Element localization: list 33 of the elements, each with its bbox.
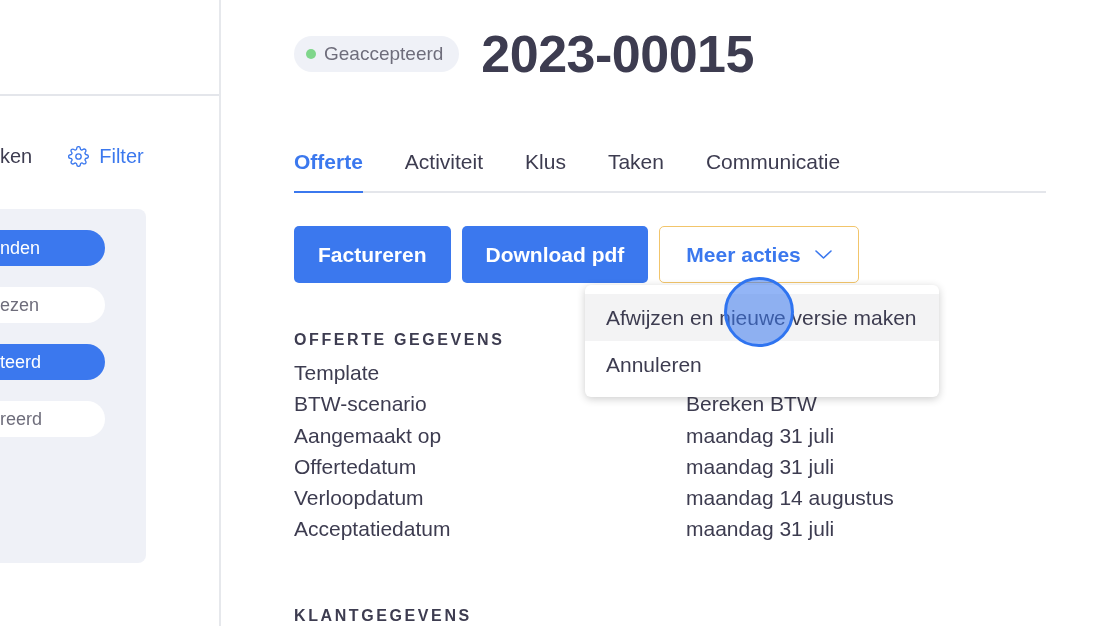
status-filter-pill[interactable]: ezen — [0, 287, 105, 323]
tab[interactable]: Taken — [607, 150, 664, 193]
field-label: Template — [294, 360, 380, 386]
sidebar-label: ken — [0, 144, 33, 169]
gear-icon — [68, 145, 90, 167]
tab[interactable]: Activiteit — [404, 150, 484, 193]
field-label: Offertedatum — [294, 453, 417, 480]
field-value: Bereken BTW — [686, 391, 817, 418]
tab[interactable]: Klus — [525, 150, 566, 193]
section-heading: KLANTGEGEVENS — [294, 606, 472, 625]
filter-button[interactable]: Filter — [68, 141, 144, 171]
page-title: 2023-00015 — [481, 26, 754, 82]
status-filter-pill[interactable]: teerd — [0, 344, 105, 380]
caret-icon — [814, 250, 832, 259]
status-badge: Geaccepteerd — [294, 36, 460, 72]
tab[interactable]: Offerte — [294, 150, 363, 193]
field-label: Acceptatiedatum — [294, 516, 451, 543]
field-value: maandag 14 augustus — [686, 485, 894, 512]
status-filter-pill[interactable]: nden — [0, 230, 105, 266]
tab[interactable]: Communicatie — [705, 150, 841, 193]
status-dot-icon — [306, 49, 316, 59]
field-label: BTW-scenario — [294, 391, 427, 418]
field-label: Aangemaakt op — [294, 422, 442, 449]
field-label: Verloopdatum — [294, 485, 424, 512]
status-filter-pill[interactable]: reerd — [0, 401, 105, 437]
field-value: maandag 31 juli — [686, 516, 835, 543]
action-button[interactable]: Download pdf — [461, 226, 649, 283]
menu-item[interactable]: Annuleren — [585, 341, 939, 388]
field-value: maandag 31 juli — [686, 422, 835, 449]
field-value: maandag 31 juli — [686, 453, 835, 480]
action-button[interactable]: Factureren — [294, 226, 451, 283]
dropdown-button[interactable]: Meer acties — [659, 226, 859, 283]
section-heading: OFFERTE GEGEVENS — [294, 331, 505, 349]
